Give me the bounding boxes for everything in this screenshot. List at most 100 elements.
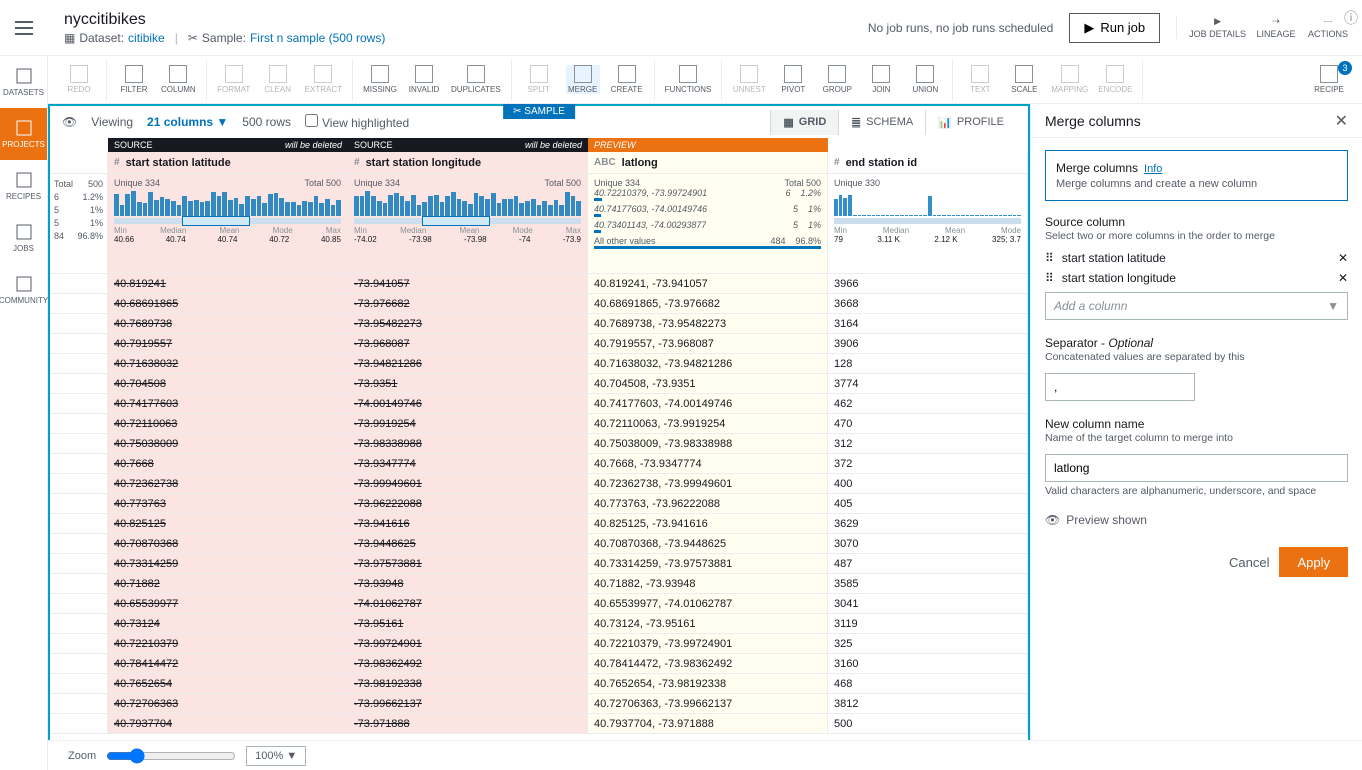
- table-row[interactable]: 40.7689738-73.9548227340.7689738, -73.95…: [50, 314, 1028, 334]
- source-column-item[interactable]: ⠿start station latitude✕: [1045, 248, 1348, 268]
- drag-icon[interactable]: ⠿: [1045, 251, 1054, 265]
- new-column-label: New column name: [1045, 417, 1348, 431]
- source-column-item[interactable]: ⠿start station longitude✕: [1045, 268, 1348, 288]
- table-row[interactable]: 40.7668-73.934777440.7668, -73.934777437…: [50, 454, 1028, 474]
- play-box-icon: ▶: [1214, 16, 1221, 27]
- table-row[interactable]: 40.7937704-73.97188840.7937704, -73.9718…: [50, 714, 1028, 734]
- sample-link[interactable]: First n sample (500 rows): [250, 31, 385, 45]
- table-row[interactable]: 40.70870368-73.944862540.70870368, -73.9…: [50, 534, 1028, 554]
- ribbon-column[interactable]: COLUMN: [161, 65, 196, 94]
- ribbon-encode: ENCODE: [1098, 65, 1132, 94]
- table-row[interactable]: 40.7919557-73.96808740.7919557, -73.9680…: [50, 334, 1028, 354]
- cancel-button[interactable]: Cancel: [1229, 547, 1269, 577]
- info-edge-icon[interactable]: ⓘ: [1344, 8, 1358, 28]
- ribbon-group[interactable]: GROUP: [820, 65, 854, 94]
- remove-icon[interactable]: ✕: [1338, 271, 1348, 285]
- column-header[interactable]: #start station latitude: [108, 152, 348, 174]
- eye-icon: 👁: [1045, 513, 1060, 527]
- info-box: Merge columnsInfo Merge columns and crea…: [1045, 150, 1348, 201]
- ribbon-merge[interactable]: MERGE: [566, 65, 600, 94]
- remove-icon[interactable]: ✕: [1338, 251, 1348, 265]
- table-row[interactable]: 40.72210379-73.9972490140.72210379, -73.…: [50, 634, 1028, 654]
- dataset-link[interactable]: citibike: [128, 31, 165, 45]
- tab-grid[interactable]: ▦ GRID: [770, 110, 838, 135]
- table-row[interactable]: 40.74177603-74.0014974640.74177603, -74.…: [50, 394, 1028, 414]
- table-row[interactable]: 40.71882-73.9394840.71882, -73.939483585: [50, 574, 1028, 594]
- table-row[interactable]: 40.73314259-73.9757388140.73314259, -73.…: [50, 554, 1028, 574]
- apply-button[interactable]: Apply: [1279, 547, 1348, 577]
- ribbon-pivot[interactable]: PIVOT: [776, 65, 810, 94]
- ribbon-invalid[interactable]: INVALID: [407, 65, 441, 94]
- sample-tag[interactable]: ✂ SAMPLE: [503, 104, 575, 119]
- nav-projects[interactable]: PROJECTS: [0, 108, 47, 160]
- table-row[interactable]: 40.68691865-73.97668240.68691865, -73.97…: [50, 294, 1028, 314]
- table-icon: ▦: [64, 31, 75, 45]
- ribbon-unnest: UNNEST: [732, 65, 766, 94]
- ribbon-create[interactable]: CREATE: [610, 65, 644, 94]
- zoom-value[interactable]: 100% ▼: [246, 746, 306, 766]
- menu-icon[interactable]: [0, 21, 48, 35]
- tab-schema[interactable]: ䷀ SCHEMA: [838, 110, 925, 135]
- add-column-dropdown[interactable]: Add a column▼: [1045, 292, 1348, 320]
- table-row[interactable]: 40.825125-73.94161640.825125, -73.941616…: [50, 514, 1028, 534]
- nav-recipes[interactable]: RECIPES: [0, 160, 47, 212]
- panel-title: Merge columns: [1045, 113, 1141, 129]
- drag-icon[interactable]: ⠿: [1045, 271, 1054, 285]
- preview-shown[interactable]: 👁Preview shown: [1045, 513, 1348, 527]
- table-row[interactable]: 40.773763-73.9622208840.773763, -73.9622…: [50, 494, 1028, 514]
- header: nyccitibikes ▦ Dataset: citibike | ✂ Sam…: [0, 0, 1362, 56]
- more-icon: ⋯: [1324, 16, 1333, 27]
- zoom-slider[interactable]: [106, 748, 236, 764]
- close-icon[interactable]: ✕: [1335, 111, 1348, 131]
- zoom-label: Zoom: [68, 750, 96, 762]
- ribbon-union[interactable]: UNION: [908, 65, 942, 94]
- column-header[interactable]: #start station longitude: [348, 152, 588, 174]
- view-bar: 👁 Viewing 21 columns ▼ 500 rows View hig…: [48, 104, 1030, 138]
- table-row[interactable]: 40.7652654-73.9819233840.7652654, -73.98…: [50, 674, 1028, 694]
- column-header[interactable]: #end station id: [828, 152, 1028, 174]
- table-row[interactable]: 40.73124-73.9516140.73124, -73.951613119: [50, 614, 1028, 634]
- ribbon-redo: REDO: [62, 65, 96, 94]
- tab-profile[interactable]: 📊 PROFILE: [925, 110, 1016, 135]
- new-column-input[interactable]: [1045, 454, 1348, 482]
- separator-input[interactable]: [1045, 373, 1195, 401]
- data-grid[interactable]: SOURCEwill be deleted SOURCEwill be dele…: [48, 138, 1030, 770]
- table-row[interactable]: 40.78414472-73.9836249240.78414472, -73.…: [50, 654, 1028, 674]
- lineage-button[interactable]: ⇢LINEAGE: [1254, 16, 1298, 39]
- page-title: nyccitibikes: [64, 11, 868, 29]
- table-row[interactable]: 40.72362738-73.9994960140.72362738, -73.…: [50, 474, 1028, 494]
- ribbon-mapping: MAPPING: [1051, 65, 1088, 94]
- run-job-button[interactable]: ▶ Run job: [1069, 13, 1160, 43]
- table-row[interactable]: 40.819241-73.94105740.819241, -73.941057…: [50, 274, 1028, 294]
- dataset-label: Dataset:: [79, 31, 124, 45]
- table-row[interactable]: 40.72110063-73.991925440.72110063, -73.9…: [50, 414, 1028, 434]
- recipe-button[interactable]: RECIPE3: [1312, 65, 1346, 94]
- nav-datasets[interactable]: DATASETS: [0, 56, 47, 108]
- table-row[interactable]: 40.71638032-73.9482128640.71638032, -73.…: [50, 354, 1028, 374]
- table-row[interactable]: 40.704508-73.935140.704508, -73.93513774: [50, 374, 1028, 394]
- columns-dropdown[interactable]: 21 columns ▼: [147, 115, 228, 129]
- highlight-toggle[interactable]: View highlighted: [305, 114, 409, 130]
- zoom-bar: Zoom 100% ▼: [48, 740, 1362, 770]
- column-header[interactable]: ABClatlong: [588, 152, 828, 174]
- table-row[interactable]: 40.75038009-73.9833898840.75038009, -73.…: [50, 434, 1028, 454]
- table-row[interactable]: 40.65539977-74.0106278740.65539977, -74.…: [50, 594, 1028, 614]
- table-row[interactable]: 40.72706363-73.9966213740.72706363, -73.…: [50, 694, 1028, 714]
- nav-community[interactable]: COMMUNITY: [0, 264, 47, 316]
- sample-label: Sample:: [202, 31, 246, 45]
- eye-icon: 👁: [62, 115, 77, 129]
- separator-label: Separator - Optional: [1045, 336, 1348, 350]
- job-details-button[interactable]: ▶JOB DETAILS: [1189, 16, 1246, 39]
- info-link[interactable]: Info: [1144, 163, 1162, 175]
- nav-jobs[interactable]: JOBS: [0, 212, 47, 264]
- ribbon-functions[interactable]: FUNCTIONS: [665, 65, 712, 94]
- ribbon-clean: CLEAN: [261, 65, 295, 94]
- ribbon-missing[interactable]: MISSING: [363, 65, 397, 94]
- ribbon-filter[interactable]: FILTER: [117, 65, 151, 94]
- ribbon-text: TEXT: [963, 65, 997, 94]
- ribbon-split: SPLIT: [522, 65, 556, 94]
- ribbon-duplicates[interactable]: DUPLICATES: [451, 65, 501, 94]
- ribbon-join[interactable]: JOIN: [864, 65, 898, 94]
- vertical-nav: DATASETSPROJECTSRECIPESJOBSCOMMUNITY: [0, 56, 48, 770]
- ribbon-scale[interactable]: SCALE: [1007, 65, 1041, 94]
